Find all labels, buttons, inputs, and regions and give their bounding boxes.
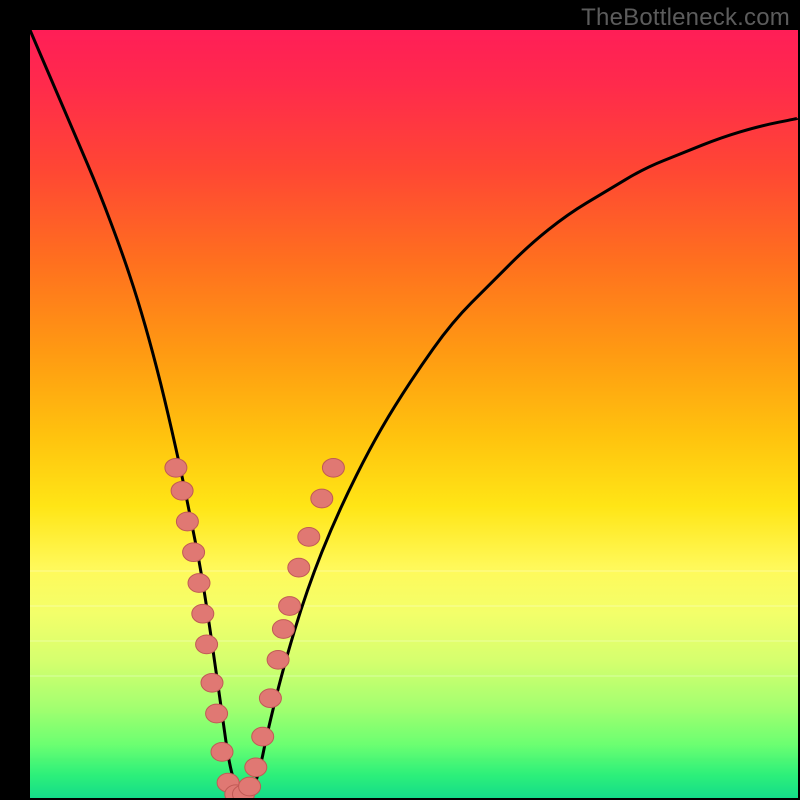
marker-dot: [206, 704, 228, 723]
watermark-text: TheBottleneck.com: [581, 4, 790, 32]
marker-dot: [288, 558, 310, 577]
marker-dot: [279, 597, 301, 616]
chart-svg: [30, 30, 798, 798]
marker-dot: [192, 604, 214, 623]
marker-dot: [165, 458, 187, 477]
marker-dot: [298, 528, 320, 547]
marker-dot: [211, 743, 233, 762]
marker-dot: [183, 543, 205, 562]
marker-dot: [311, 489, 333, 508]
chart-frame: TheBottleneck.com: [0, 0, 800, 800]
markers-layer: [165, 458, 345, 798]
marker-dot: [176, 512, 198, 531]
marker-dot: [259, 689, 281, 708]
marker-dot: [239, 777, 261, 796]
marker-dot: [322, 458, 344, 477]
marker-dot: [201, 673, 223, 692]
curve-layer: [30, 30, 798, 796]
bottleneck-curve: [30, 30, 798, 796]
marker-dot: [196, 635, 218, 654]
marker-dot: [245, 758, 267, 777]
marker-dot: [252, 727, 274, 746]
marker-dot: [267, 650, 289, 669]
marker-dot: [171, 481, 193, 500]
plot-area: [30, 30, 798, 798]
marker-dot: [272, 620, 294, 639]
marker-dot: [188, 574, 210, 593]
